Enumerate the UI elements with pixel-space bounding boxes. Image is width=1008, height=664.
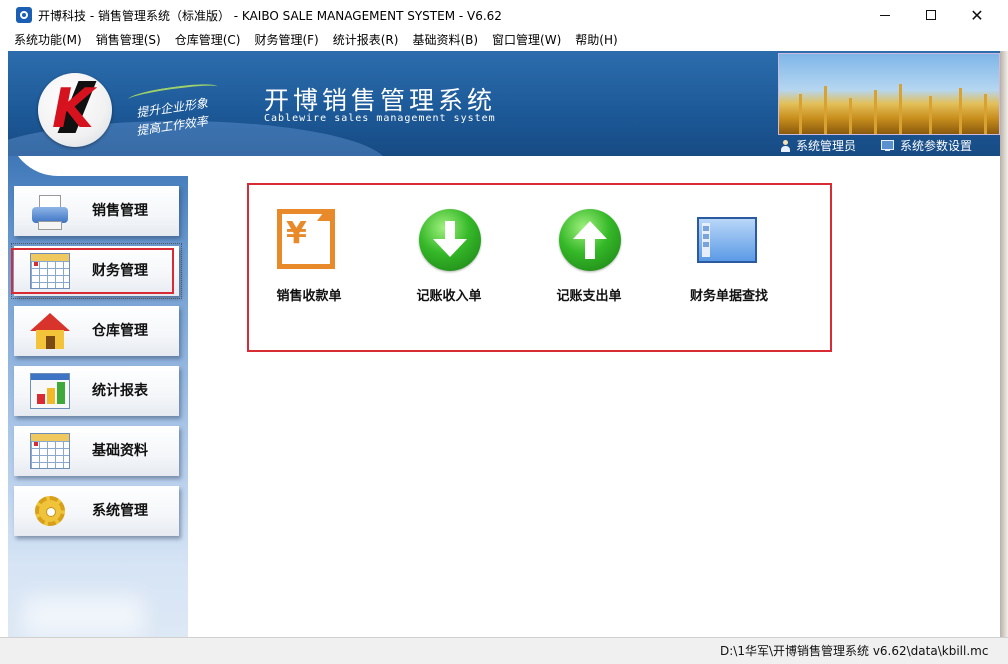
sidebar-glow — [24, 596, 144, 636]
header-banner: K 提升企业形象 提高工作效率 开博销售管理系统 Cablewire sales… — [8, 51, 1000, 156]
printer-icon — [30, 193, 70, 230]
close-button[interactable]: ✕ — [954, 0, 1000, 30]
expense-entry-tile[interactable]: 记账支出单 — [529, 209, 649, 309]
minimize-icon — [880, 14, 890, 16]
sidebar-item-label: 系统管理 — [92, 503, 148, 519]
current-user-label: 系统管理员 — [796, 139, 857, 153]
menu-window[interactable]: 窗口管理(W) — [485, 30, 568, 51]
maximize-icon — [926, 10, 936, 20]
system-settings-label: 系统参数设置 — [900, 139, 973, 153]
sidebar-item-warehouse[interactable]: 仓库管理 — [14, 306, 179, 356]
spreadsheet-icon — [30, 433, 70, 469]
sidebar-item-label: 仓库管理 — [92, 323, 148, 339]
background-edge — [1000, 51, 1008, 637]
yen-receipt-icon: ¥ — [277, 209, 339, 271]
menu-help[interactable]: 帮助(H) — [568, 30, 624, 51]
close-icon: ✕ — [970, 5, 984, 25]
sidebar-item-label: 基础资料 — [92, 443, 148, 459]
current-user-link[interactable]: 系统管理员 — [780, 137, 856, 154]
bar-chart-icon — [30, 373, 70, 409]
maximize-button[interactable] — [908, 0, 954, 30]
window-icon — [697, 217, 757, 263]
sidebar-item-system[interactable]: 系统管理 — [14, 486, 179, 536]
system-subtitle: Cablewire sales management system — [264, 113, 496, 124]
window-title: 开博科技 - 销售管理系统（标准版） - KAIBO SALE MANAGEME… — [38, 9, 502, 23]
menu-system[interactable]: 系统功能(M) — [0, 30, 89, 51]
sales-receipt-tile[interactable]: ¥ 销售收款单 — [249, 209, 369, 309]
sidebar-curve — [8, 156, 188, 176]
spreadsheet-icon — [30, 253, 70, 289]
app-icon[interactable] — [16, 7, 32, 23]
tile-label: 销售收款单 — [276, 289, 342, 304]
wheat-field-image — [778, 53, 1000, 135]
tile-label: 财务单据查找 — [689, 289, 768, 304]
sidebar-item-label: 销售管理 — [92, 203, 148, 219]
house-icon — [30, 313, 70, 349]
database-path: D:\1华军\开博销售管理系统 v6.62\data\kbill.mc — [720, 644, 989, 658]
monitor-icon — [881, 140, 894, 151]
sidebar-item-label: 财务管理 — [92, 263, 148, 279]
title-bar: 开博科技 - 销售管理系统（标准版） - KAIBO SALE MANAGEME… — [0, 0, 1008, 30]
user-icon — [780, 139, 791, 152]
company-logo: K — [38, 73, 112, 147]
menu-basic-data[interactable]: 基础资料(B) — [405, 30, 485, 51]
tile-label: 记账收入单 — [416, 289, 482, 304]
finance-function-panel: ¥ 销售收款单 记账收入单 记账支出单 财务单据查找 — [247, 183, 832, 352]
arrow-up-icon — [559, 209, 621, 271]
gear-icon — [30, 493, 70, 529]
menu-warehouse[interactable]: 仓库管理(C) — [168, 30, 248, 51]
finance-document-search-tile[interactable]: 财务单据查找 — [669, 209, 789, 309]
sidebar-item-finance[interactable]: 财务管理 — [11, 243, 182, 299]
sidebar: 销售管理 财务管理 仓库管理 统计报表 基础资料 系统管理 — [8, 156, 188, 637]
sidebar-item-basic-data[interactable]: 基础资料 — [14, 426, 179, 476]
arrow-down-icon — [419, 209, 481, 271]
logo-k-icon: K — [52, 77, 94, 140]
system-title: 开博销售管理系统 — [264, 86, 497, 115]
menu-bar: 系统功能(M) 销售管理(S) 仓库管理(C) 财务管理(F) 统计报表(R) … — [0, 30, 1008, 51]
income-entry-tile[interactable]: 记账收入单 — [389, 209, 509, 309]
sidebar-item-reports[interactable]: 统计报表 — [14, 366, 179, 416]
sidebar-item-sales[interactable]: 销售管理 — [14, 186, 179, 236]
menu-finance[interactable]: 财务管理(F) — [247, 30, 325, 51]
system-settings-link[interactable]: 系统参数设置 — [881, 137, 972, 154]
tile-label: 记账支出单 — [556, 289, 622, 304]
menu-sales[interactable]: 销售管理(S) — [89, 30, 168, 51]
sidebar-item-label: 统计报表 — [92, 383, 148, 399]
status-bar: D:\1华军\开博销售管理系统 v6.62\data\kbill.mc — [0, 637, 1008, 664]
menu-reports[interactable]: 统计报表(R) — [326, 30, 406, 51]
minimize-button[interactable] — [862, 0, 908, 30]
